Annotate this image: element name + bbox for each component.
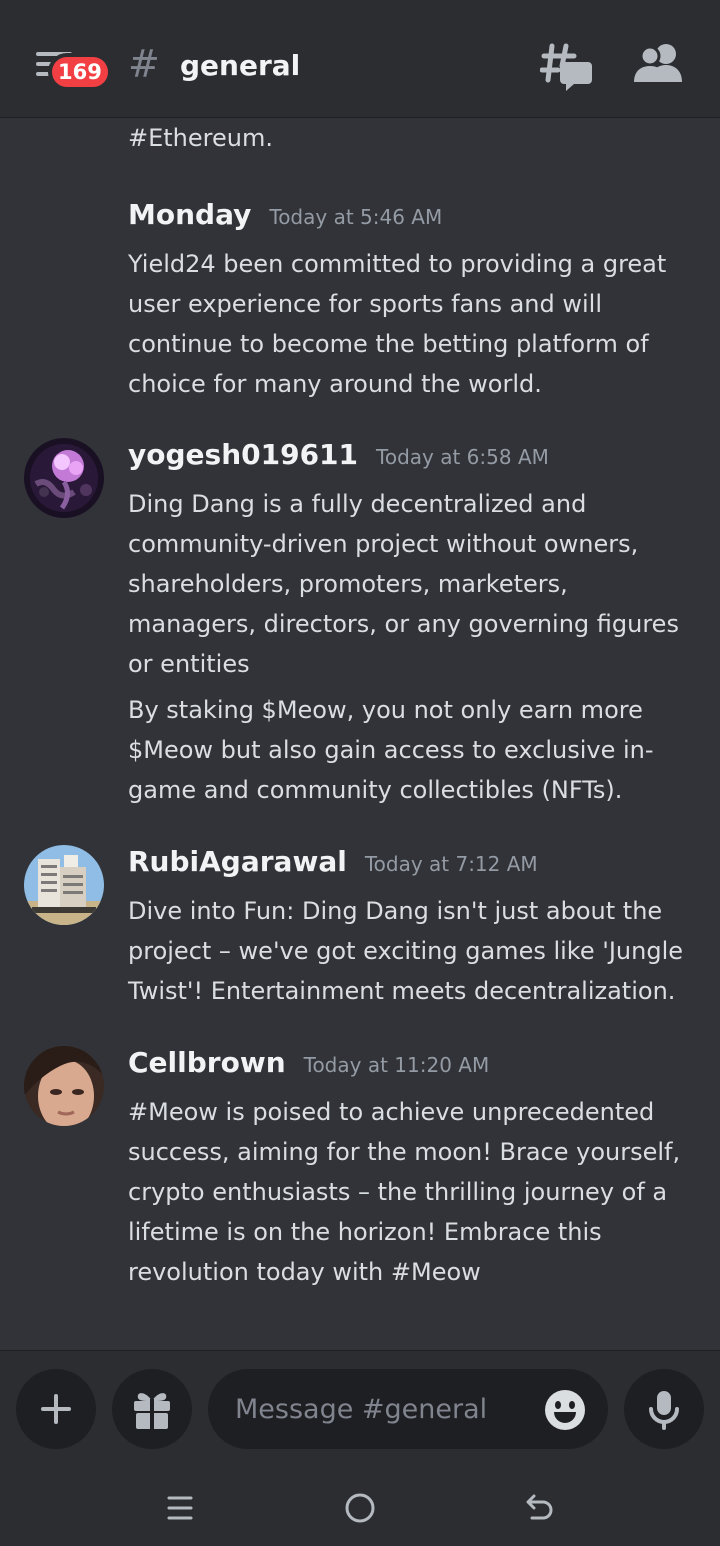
- channel-title[interactable]: general: [180, 44, 300, 88]
- menu-button[interactable]: 169: [30, 44, 112, 94]
- threads-icon: [539, 43, 592, 91]
- voice-button[interactable]: [624, 1369, 704, 1449]
- username[interactable]: yogesh019611: [128, 438, 358, 471]
- emoji-icon: [545, 1390, 585, 1430]
- message-text: By staking $Meow, you not only earn more…: [128, 696, 654, 804]
- avatar-image: [24, 845, 104, 925]
- system-navigation-bar: [0, 1470, 720, 1546]
- username[interactable]: Monday: [128, 198, 251, 231]
- hashtag-icon: #: [128, 42, 160, 86]
- gift-icon: [134, 1393, 170, 1429]
- message-text: Dive into Fun: Ding Dang isn't just abou…: [128, 897, 683, 1005]
- members-button[interactable]: [632, 40, 688, 92]
- microphone-icon: [649, 1391, 679, 1430]
- timestamp: Today at 6:58 AM: [376, 445, 549, 469]
- avatar-image: [24, 438, 104, 518]
- avatar-image: [24, 1046, 104, 1126]
- recent-apps-button[interactable]: [160, 1488, 200, 1528]
- message-text: Ding Dang is a fully decentralized and c…: [128, 490, 679, 678]
- avatar[interactable]: [24, 438, 104, 518]
- timestamp: Today at 5:46 AM: [269, 205, 443, 229]
- members-icon: [634, 44, 682, 82]
- username[interactable]: RubiAgarawal: [128, 845, 347, 878]
- message-text: #Meow is poised to achieve unprecedented…: [128, 1098, 681, 1286]
- timestamp: Today at 11:20 AM: [303, 1053, 490, 1077]
- gift-button[interactable]: [112, 1369, 192, 1449]
- message-text: Yield24 been committed to providing a gr…: [128, 250, 667, 398]
- unread-badge: 169: [48, 53, 112, 91]
- plus-icon: [41, 1394, 71, 1424]
- avatar[interactable]: [24, 845, 104, 925]
- back-icon: [526, 1494, 553, 1520]
- recent-apps-icon: [167, 1496, 193, 1520]
- avatar[interactable]: [24, 1046, 104, 1126]
- emoji-button[interactable]: [544, 1389, 586, 1431]
- back-button[interactable]: [520, 1488, 560, 1528]
- timestamp: Today at 7:12 AM: [364, 852, 538, 876]
- channel-header: 169 # general: [0, 0, 720, 118]
- home-button[interactable]: [340, 1488, 380, 1528]
- home-icon: [345, 1493, 375, 1523]
- message-list[interactable]: #Ethereum. Monday Today at 5:46 AM Yield…: [0, 118, 720, 1350]
- message-text: #Ethereum.: [128, 124, 273, 152]
- username[interactable]: Cellbrown: [128, 1046, 286, 1079]
- attach-button[interactable]: [16, 1369, 96, 1449]
- message-composer: [0, 1350, 720, 1470]
- threads-button[interactable]: [539, 40, 596, 92]
